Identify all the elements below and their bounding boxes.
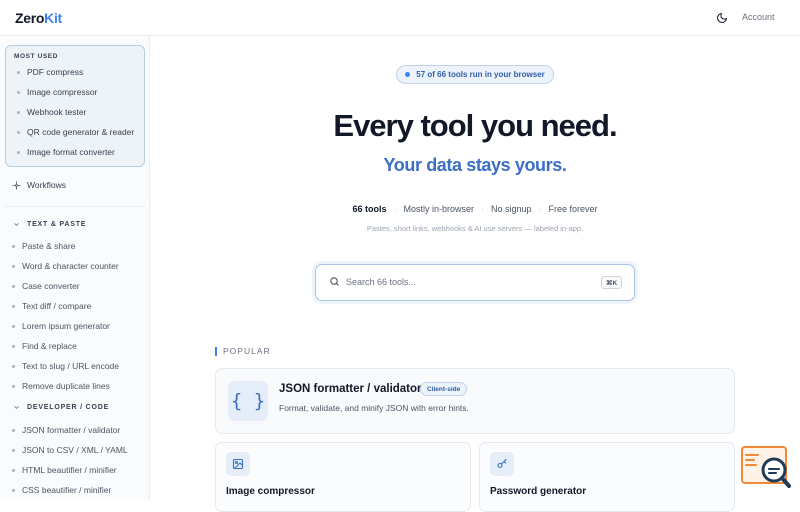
sidebar-item-word-counter[interactable]: Word & character counter [12,261,119,271]
sidebar-item-label: Webhook tester [27,107,87,117]
stat-separator: · [393,204,397,214]
search-box: ⌘K [315,264,635,301]
sidebar-item-label: Word & character counter [22,261,119,271]
stat-free: Free forever [548,204,598,214]
sidebar-item-label: Remove duplicate lines [22,381,110,391]
logo-prefix: Zero [15,10,45,26]
heading-accent-bar [215,346,217,356]
sidebar-item-label: Image format converter [27,147,115,157]
tool-card-title: Image compressor [226,486,315,497]
sidebar-item-html-beautifier[interactable]: HTML beautifier / minifier [12,465,117,475]
top-bar: ZeroKit Account [0,0,800,36]
sidebar-item-label: Text to slug / URL encode [22,361,120,371]
section-header-developer-code[interactable]: DEVELOPER / CODE [13,404,109,411]
sidebar-item-label: Case converter [22,281,80,291]
theme-toggle-button[interactable] [714,10,730,26]
chevron-down-icon [14,406,19,409]
tool-card-password-generator[interactable]: Password generator [479,442,735,512]
client-side-badge: Client-side [420,382,468,396]
stat-separator: · [480,204,484,214]
account-link[interactable]: Account [742,12,775,22]
featured-tool-description: Format, validate, and minify JSON with e… [279,403,469,413]
sidebar-item-image-format-converter[interactable]: Image format converter [17,147,115,157]
sidebar-item-label: Image compressor [27,87,98,97]
sidebar-item-text-diff[interactable]: Text diff / compare [12,301,91,311]
sidebar-item-remove-duplicates[interactable]: Remove duplicate lines [12,381,110,391]
sidebar-item-qr-code[interactable]: QR code generator & reader [17,127,134,137]
stat-tools: 66 tools [352,204,387,214]
sidebar: MOST USED PDF compress Image compressor … [0,36,150,500]
page-subtitle: Your data stays yours. [383,155,567,175]
most-used-title: MOST USED [14,53,59,60]
tool-card-title: Password generator [490,486,587,497]
main-content: 57 of 66 tools run in your browser Every… [150,36,800,512]
sidebar-item-paste-share[interactable]: Paste & share [12,241,75,251]
pill-text: 57 of 66 tools run in your browser [416,70,545,79]
sidebar-item-image-compressor[interactable]: Image compressor [17,87,97,97]
sidebar-item-css-beautifier[interactable]: CSS beautifier / minifier [12,485,111,495]
sidebar-item-find-replace[interactable]: Find & replace [12,341,77,351]
stat-browser: Mostly in-browser [403,204,474,214]
sidebar-divider [5,206,145,207]
most-used-panel: MOST USED PDF compress Image compressor … [5,45,145,167]
workflows-icon [12,180,21,190]
sidebar-item-label: JSON to CSV / XML / YAML [22,445,128,455]
fineprint: Pastes, short links, webhooks & AI use s… [366,224,584,233]
braces-icon: { } [228,381,268,421]
sidebar-item-case-converter[interactable]: Case converter [12,281,80,291]
sidebar-item-json-to-csv[interactable]: JSON to CSV / XML / YAML [12,445,128,455]
logo[interactable]: ZeroKit [15,10,62,26]
sidebar-item-pdf-compress[interactable]: PDF compress [17,67,83,77]
browser-tools-pill: 57 of 66 tools run in your browser [396,65,554,84]
search-helper-icon [741,446,791,488]
sidebar-item-label: Paste & share [22,241,76,251]
logo-accent: Kit [44,10,62,26]
sidebar-item-webhook-tester[interactable]: Webhook tester [17,107,86,117]
key-icon [490,452,514,476]
popular-heading: POPULAR [215,346,271,356]
search-input[interactable] [346,274,586,290]
stat-signup: No signup [490,204,532,214]
workflows-label: Workflows [27,180,67,190]
stat-separator: · [538,204,542,214]
sidebar-item-label: Lorem ipsum generator [22,321,110,331]
image-icon [226,452,250,476]
sidebar-item-label: HTML beautifier / minifier [22,465,117,475]
status-dot-icon [405,72,411,77]
sidebar-item-workflows[interactable]: Workflows [12,180,66,190]
shortcut-badge: ⌘K [601,276,623,289]
sidebar-item-label: PDF compress [27,67,84,77]
sidebar-item-lorem-ipsum[interactable]: Lorem ipsum generator [12,321,110,331]
section-title: TEXT & PASTE [27,221,87,228]
stats-row: 66 tools · Mostly in-browser · No signup… [150,204,800,214]
moon-icon [716,12,728,24]
sidebar-item-label: Find & replace [22,341,77,351]
chevron-down-icon [14,223,19,226]
section-title: DEVELOPER / CODE [27,404,110,411]
page-title: Every tool you need. [333,108,617,143]
sidebar-item-json-formatter[interactable]: JSON formatter / validator [12,425,120,435]
search-icon [330,277,339,286]
sidebar-item-label: JSON formatter / validator [22,425,121,435]
sidebar-item-label: Text diff / compare [22,301,92,311]
featured-tool-title: JSON formatter / validator [279,383,422,395]
sidebar-item-label: CSS beautifier / minifier [22,485,112,495]
tool-card-image-compressor[interactable]: Image compressor [215,442,471,512]
popular-label: POPULAR [223,346,271,356]
help-widget-button[interactable] [740,445,792,489]
sidebar-item-text-to-slug[interactable]: Text to slug / URL encode [12,361,119,371]
section-header-text-paste[interactable]: TEXT & PASTE [13,221,86,228]
featured-tool-card[interactable]: { } JSON formatter / validator Client-si… [215,368,735,434]
sidebar-item-label: QR code generator & reader [27,127,135,137]
